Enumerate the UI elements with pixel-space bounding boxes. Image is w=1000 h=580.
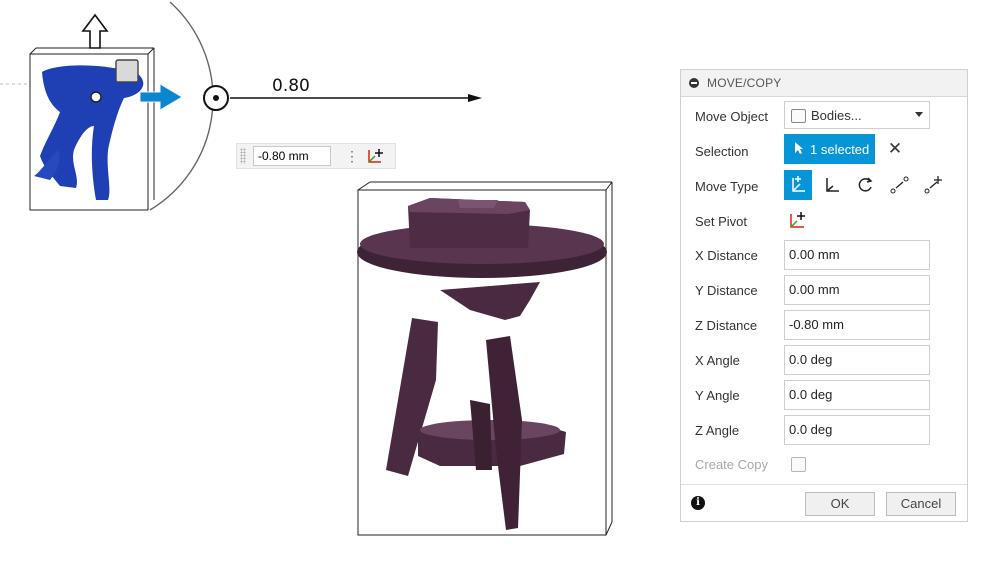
x-axis-arrow-icon[interactable] <box>139 83 183 111</box>
create-copy-label: Create Copy <box>695 457 768 472</box>
row-z-distance: Z Distance -0.80 mm <box>681 308 967 342</box>
body-cube-icon <box>791 109 806 123</box>
row-move-type: Move Type <box>681 169 967 203</box>
set-pivot-button-icon[interactable] <box>784 205 812 235</box>
move-object-label: Move Object <box>695 109 768 124</box>
selection-label: Selection <box>695 144 749 159</box>
set-pivot-icon[interactable] <box>365 146 387 166</box>
distance-readout: 0.80 <box>272 76 310 96</box>
point-to-position-icon[interactable] <box>919 170 947 200</box>
translate-icon[interactable] <box>817 170 845 200</box>
row-x-distance: X Distance 0.00 mm <box>681 238 967 272</box>
x-distance-input[interactable]: 0.00 mm <box>784 240 930 270</box>
info-icon[interactable]: i <box>691 496 705 510</box>
free-move-icon[interactable] <box>784 170 812 200</box>
point-to-point-icon[interactable] <box>885 170 913 200</box>
plane-handle[interactable] <box>115 59 139 83</box>
selection-count: 1 selected <box>810 142 870 157</box>
set-pivot-label: Set Pivot <box>695 214 748 229</box>
cursor-arrow-icon <box>794 141 804 158</box>
row-z-angle: Z Angle 0.0 deg <box>681 413 967 447</box>
row-create-copy: Create Copy <box>681 447 967 481</box>
row-selection: Selection 1 selected ✕ <box>681 134 967 168</box>
move-object-value: Bodies... <box>811 108 862 123</box>
ok-button[interactable]: OK <box>805 492 875 516</box>
row-y-angle: Y Angle 0.0 deg <box>681 378 967 412</box>
z-angle-label: Z Angle <box>695 423 740 438</box>
z-distance-label: Z Distance <box>695 318 758 333</box>
selection-button[interactable]: 1 selected <box>784 134 875 164</box>
z-distance-input[interactable]: -0.80 mm <box>784 310 930 340</box>
move-object-dropdown[interactable]: Bodies... <box>784 101 930 129</box>
inline-value-entry: ⋮ <box>236 143 396 169</box>
origin-handle[interactable] <box>90 91 102 103</box>
row-move-object: Move Object Bodies... <box>681 99 967 133</box>
y-distance-label: Y Distance <box>695 283 758 298</box>
x-angle-input[interactable]: 0.0 deg <box>784 345 930 375</box>
rotate-icon[interactable] <box>851 170 879 200</box>
small-blue-model <box>40 65 144 200</box>
y-angle-input[interactable]: 0.0 deg <box>784 380 930 410</box>
z-angle-input[interactable]: 0.0 deg <box>784 415 930 445</box>
row-set-pivot: Set Pivot <box>681 204 967 238</box>
y-distance-input[interactable]: 0.00 mm <box>784 275 930 305</box>
row-y-distance: Y Distance 0.00 mm <box>681 273 967 307</box>
stool-model[interactable] <box>357 198 607 530</box>
rotation-arc[interactable] <box>149 1 214 211</box>
more-options-icon[interactable]: ⋮ <box>345 147 359 165</box>
panel-footer: i OK Cancel <box>681 484 967 521</box>
dimension-arrowhead <box>468 94 482 102</box>
panel-header[interactable]: MOVE/COPY <box>681 70 967 97</box>
move-type-label: Move Type <box>695 179 759 194</box>
inline-distance-input[interactable] <box>253 146 331 166</box>
z-axis-arrow-icon[interactable] <box>81 13 109 49</box>
move-copy-panel: MOVE/COPY Move Object Bodies... Selectio… <box>680 69 968 522</box>
drag-grip-icon[interactable] <box>240 148 246 164</box>
cancel-button[interactable]: Cancel <box>886 492 956 516</box>
create-copy-checkbox[interactable] <box>791 457 806 472</box>
y-angle-label: Y Angle <box>695 388 740 403</box>
x-angle-label: X Angle <box>695 353 740 368</box>
chevron-down-icon <box>915 112 923 117</box>
collapse-icon[interactable] <box>689 78 699 88</box>
clear-selection-icon[interactable]: ✕ <box>886 139 904 159</box>
x-distance-label: X Distance <box>695 248 758 263</box>
panel-title: MOVE/COPY <box>707 76 782 90</box>
row-x-angle: X Angle 0.0 deg <box>681 343 967 377</box>
